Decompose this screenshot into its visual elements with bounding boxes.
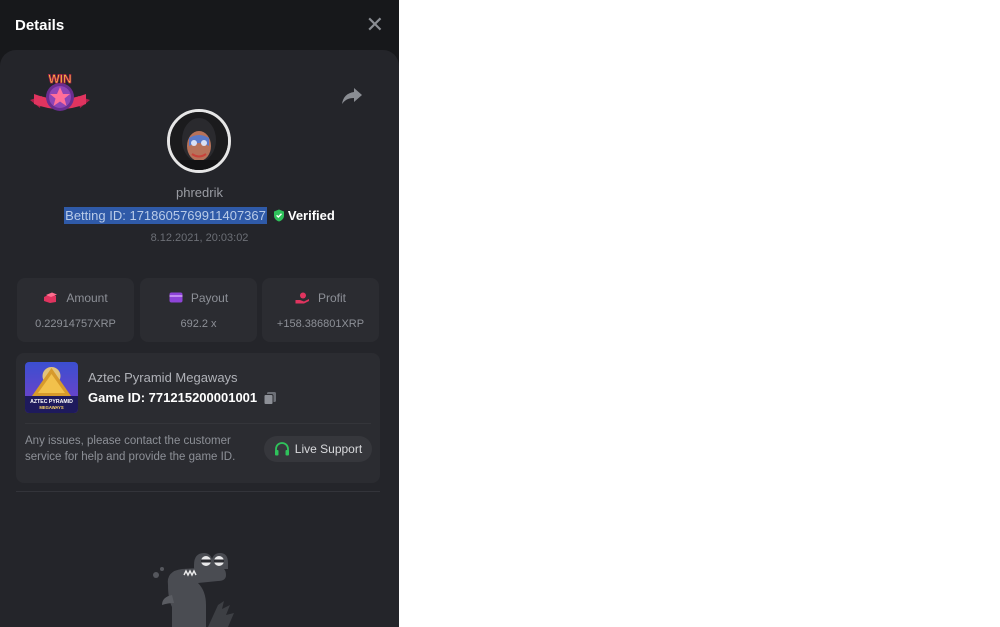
panel-header: Details ✕	[0, 0, 399, 50]
stat-payout: Payout 692.2 x	[140, 278, 257, 342]
verified-badge: Verified	[273, 208, 335, 223]
betting-id-row: Betting ID: 1718605769911407367 Verified	[0, 207, 399, 224]
panel-title: Details	[15, 16, 65, 34]
bet-timestamp: 8.12.2021, 20:03:02	[150, 232, 249, 244]
crocodile-mascot-icon	[153, 553, 234, 627]
copy-icon[interactable]	[263, 391, 277, 405]
amount-icon	[44, 292, 58, 303]
stat-label: Payout	[190, 290, 229, 305]
game-name: Aztec Pyramid Megaways	[88, 370, 238, 385]
details-panel: Details ✕ WIN phredrik Betting ID: 17186…	[0, 0, 399, 627]
stat-value: 692.2 x	[180, 317, 217, 330]
avatar	[167, 109, 231, 173]
betting-id[interactable]: Betting ID: 1718605769911407367	[64, 207, 267, 224]
game-card: AZTEC PYRAMID MEGAWAYS Aztec Pyramid Meg…	[16, 353, 380, 483]
game-thumbnail[interactable]: AZTEC PYRAMID MEGAWAYS	[25, 362, 78, 413]
stat-label: Amount	[66, 290, 108, 305]
stat-profit: Profit +158.386801XRP	[262, 278, 379, 342]
close-icon[interactable]: ✕	[366, 14, 384, 36]
live-support-label: Live Support	[294, 442, 363, 456]
payout-icon	[169, 292, 183, 303]
win-badge-icon: WIN	[30, 72, 90, 111]
svg-text:MEGAWAYS: MEGAWAYS	[39, 405, 63, 410]
username: phredrik	[176, 185, 223, 200]
verified-label: Verified	[287, 208, 335, 223]
stat-value: +158.386801XRP	[276, 317, 365, 330]
headset-icon	[274, 441, 289, 455]
divider	[25, 423, 371, 424]
live-support-button[interactable]: Live Support	[264, 436, 372, 462]
stat-value: 0.22914757XRP	[35, 317, 116, 330]
stat-label: Profit	[317, 290, 346, 305]
profit-icon	[295, 292, 309, 303]
support-message: Any issues, please contact the customer …	[25, 435, 236, 463]
stat-amount: Amount 0.22914757XRP	[17, 278, 134, 342]
shield-check-icon	[273, 209, 284, 222]
svg-text:WIN: WIN	[48, 72, 71, 86]
game-id-row: Game ID: 771215200001001	[88, 390, 277, 405]
game-id: Game ID: 771215200001001	[88, 390, 258, 405]
divider	[16, 491, 380, 492]
share-icon[interactable]	[340, 85, 364, 107]
